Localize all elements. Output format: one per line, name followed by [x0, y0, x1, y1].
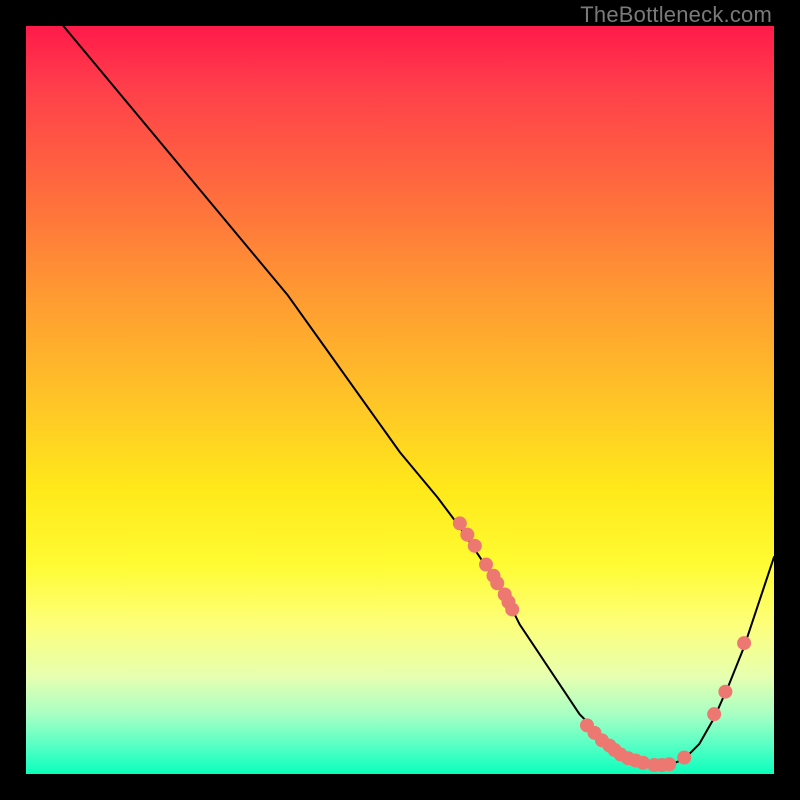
watermark-text: TheBottleneck.com — [580, 2, 772, 28]
chart-overlay — [26, 26, 774, 774]
highlight-dot — [662, 757, 676, 771]
highlight-dot — [468, 539, 482, 553]
chart-frame: TheBottleneck.com — [0, 0, 800, 800]
plot-area — [26, 26, 774, 774]
bottleneck-curve — [63, 26, 774, 765]
highlight-dot — [677, 751, 691, 765]
highlight-dot — [707, 707, 721, 721]
highlight-dot — [718, 685, 732, 699]
highlight-dot — [737, 636, 751, 650]
highlight-dot — [505, 602, 519, 616]
